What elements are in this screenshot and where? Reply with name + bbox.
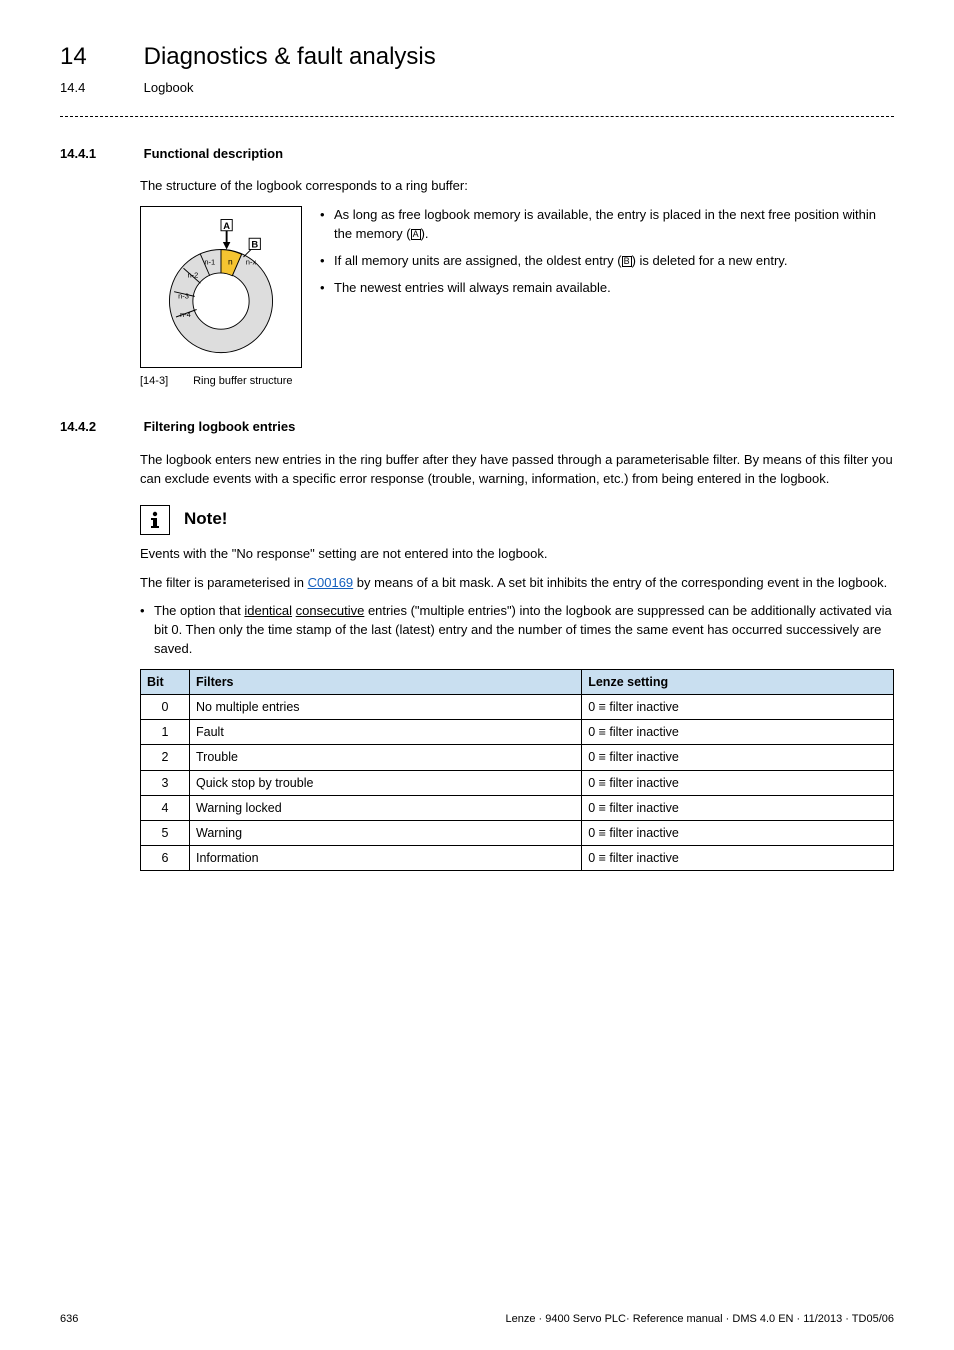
cell-setting: 0 ≡ filter inactive <box>582 770 894 795</box>
svg-text:n-2: n-2 <box>187 271 198 280</box>
cell-setting: 0 ≡ filter inactive <box>582 820 894 845</box>
cell-filter: Warning locked <box>190 795 582 820</box>
note-text: Events with the "No response" setting ar… <box>140 545 894 564</box>
cell-bit: 6 <box>141 845 190 870</box>
underline-text: consecutive <box>296 603 365 618</box>
cell-filter: Warning <box>190 820 582 845</box>
cell-bit: 2 <box>141 745 190 770</box>
chapter-header: 14 Diagnostics & fault analysis <box>60 40 894 75</box>
subsection-number: 14.4.1 <box>60 145 140 164</box>
figure-bullets: As long as free logbook memory is availa… <box>320 206 894 305</box>
cell-setting: 0 ≡ filter inactive <box>582 695 894 720</box>
col-filters: Filters <box>190 670 582 695</box>
body-text: The filter is parameterised in C00169 by… <box>140 574 894 593</box>
ring-buffer-svg: A B n n-1 n-2 n-3 n-4 n-x <box>146 212 296 362</box>
bullet-item: If all memory units are assigned, the ol… <box>320 252 894 271</box>
bullet-item: The newest entries will always remain av… <box>320 279 894 298</box>
svg-text:n-x: n-x <box>246 258 257 267</box>
col-bit: Bit <box>141 670 190 695</box>
subsection-number: 14.4.2 <box>60 418 140 437</box>
cell-bit: 4 <box>141 795 190 820</box>
cell-bit: 1 <box>141 720 190 745</box>
body-text: The logbook enters new entries in the ri… <box>140 451 894 489</box>
cell-setting: 0 ≡ filter inactive <box>582 845 894 870</box>
subsection-title: Filtering logbook entries <box>144 419 296 434</box>
table-header-row: Bit Filters Lenze setting <box>141 670 894 695</box>
table-row: 0No multiple entries0 ≡ filter inactive <box>141 695 894 720</box>
intro-text: The structure of the logbook corresponds… <box>140 177 894 196</box>
text-frag: by means of a bit mask. A set bit inhibi… <box>353 575 887 590</box>
section-number: 14.4 <box>60 79 140 98</box>
svg-text:n-4: n-4 <box>180 310 191 319</box>
chapter-number: 14 <box>60 40 140 75</box>
filter-table: Bit Filters Lenze setting 0No multiple e… <box>140 669 894 871</box>
footer-info: Lenze · 9400 Servo PLC· Reference manual… <box>506 1312 894 1328</box>
svg-text:n-1: n-1 <box>204 258 215 267</box>
bullet-text: If all memory units are assigned, the ol… <box>334 253 622 268</box>
table-row: 2Trouble0 ≡ filter inactive <box>141 745 894 770</box>
info-icon <box>140 505 170 535</box>
page-number: 636 <box>60 1312 78 1328</box>
table-row: 3Quick stop by trouble0 ≡ filter inactiv… <box>141 770 894 795</box>
figure-caption: [14-3] Ring buffer structure <box>140 374 894 390</box>
caption-tag: [14-3] <box>140 374 190 390</box>
label-b-inline: B <box>622 256 632 267</box>
bullet-item: The option that identical consecutive en… <box>140 602 894 659</box>
cell-setting: 0 ≡ filter inactive <box>582 720 894 745</box>
cell-setting: 0 ≡ filter inactive <box>582 795 894 820</box>
note-label: Note! <box>184 507 227 532</box>
svg-text:A: A <box>223 221 230 231</box>
cell-filter: Quick stop by trouble <box>190 770 582 795</box>
chapter-title: Diagnostics & fault analysis <box>144 40 436 75</box>
table-row: 4Warning locked0 ≡ filter inactive <box>141 795 894 820</box>
table-row: 1Fault0 ≡ filter inactive <box>141 720 894 745</box>
cell-bit: 5 <box>141 820 190 845</box>
table-row: 6Information0 ≡ filter inactive <box>141 845 894 870</box>
cell-bit: 0 <box>141 695 190 720</box>
page-footer: 636 Lenze · 9400 Servo PLC· Reference ma… <box>60 1312 894 1328</box>
cell-filter: Fault <box>190 720 582 745</box>
table-row: 5Warning0 ≡ filter inactive <box>141 820 894 845</box>
subsection-title: Functional description <box>144 146 283 161</box>
divider <box>60 116 894 117</box>
cell-filter: No multiple entries <box>190 695 582 720</box>
cell-bit: 3 <box>141 770 190 795</box>
section-title: Logbook <box>144 79 194 98</box>
col-setting: Lenze setting <box>582 670 894 695</box>
bullet-text: ) is deleted for a new entry. <box>632 253 788 268</box>
subsection-heading: 14.4.1 Functional description <box>60 145 894 164</box>
section-header: 14.4 Logbook <box>60 79 894 98</box>
underline-text: identical <box>244 603 292 618</box>
subsection-heading: 14.4.2 Filtering logbook entries <box>60 418 894 437</box>
svg-text:n: n <box>228 257 233 267</box>
bullet-item: As long as free logbook memory is availa… <box>320 206 894 244</box>
svg-text:n-3: n-3 <box>178 292 189 301</box>
cell-filter: Information <box>190 845 582 870</box>
bullet-text: ). <box>421 226 429 241</box>
label-a-inline: A <box>411 229 421 240</box>
cell-setting: 0 ≡ filter inactive <box>582 745 894 770</box>
caption-text: Ring buffer structure <box>193 375 292 387</box>
svg-text:B: B <box>251 240 258 250</box>
note-block: Note! <box>140 505 894 535</box>
code-link[interactable]: C00169 <box>308 575 354 590</box>
text-frag: The option that <box>154 603 244 618</box>
text-frag: The filter is parameterised in <box>140 575 308 590</box>
ring-buffer-figure: A B n n-1 n-2 n-3 n-4 n-x <box>140 206 302 368</box>
cell-filter: Trouble <box>190 745 582 770</box>
